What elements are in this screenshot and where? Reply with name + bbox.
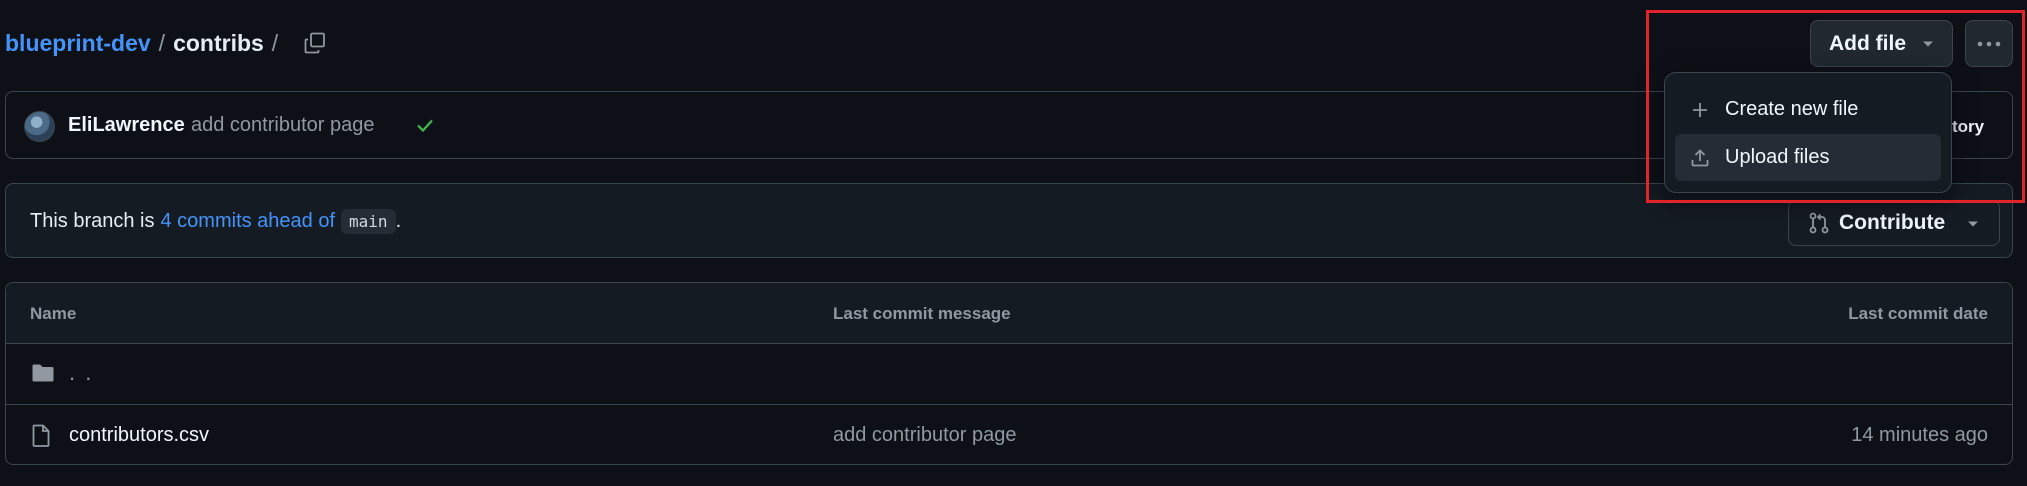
- git-pull-request-icon: [1809, 212, 1829, 234]
- file-name-link[interactable]: contributors.csv: [69, 424, 209, 447]
- branch-status-banner: This branch is 4 commits ahead of main .: [5, 183, 2013, 258]
- menu-item-create-new-file[interactable]: Create new file: [1675, 86, 1941, 133]
- copy-path-button[interactable]: [300, 27, 330, 59]
- commits-ahead-link[interactable]: 4 commits ahead of: [161, 210, 336, 233]
- menu-item-label: Upload files: [1725, 146, 1830, 168]
- caret-down-icon: [1968, 221, 1978, 227]
- breadcrumb: blueprint-dev / contribs /: [5, 28, 286, 58]
- avatar[interactable]: [24, 111, 55, 142]
- parent-directory-link[interactable]: . .: [69, 360, 93, 386]
- plus-icon: [1693, 102, 1707, 117]
- parent-directory-row[interactable]: . .: [6, 344, 2012, 405]
- file-table: Name Last commit message Last commit dat…: [5, 282, 2013, 465]
- menu-item-label: Create new file: [1725, 98, 1859, 120]
- copy-icon: [304, 32, 325, 54]
- breadcrumb-owner-link[interactable]: blueprint-dev: [5, 28, 151, 58]
- column-header-last-commit-message: Last commit message: [833, 304, 1011, 323]
- contribute-button[interactable]: Contribute: [1788, 200, 2000, 246]
- add-file-dropdown-menu: Create new file Upload files: [1664, 72, 1952, 193]
- commit-author-link[interactable]: EliLawrence: [68, 114, 185, 137]
- file-commit-date: 14 minutes ago: [1851, 424, 1988, 446]
- upload-icon: [1691, 148, 1709, 166]
- more-options-button[interactable]: [1965, 20, 2013, 67]
- branch-status-suffix: .: [395, 210, 402, 232]
- breadcrumb-trailing-separator: /: [271, 30, 279, 56]
- breadcrumb-separator: /: [158, 30, 166, 56]
- file-icon: [32, 424, 50, 447]
- repo-folder-page: blueprint-dev / contribs / Add file EliL…: [0, 0, 2027, 486]
- breadcrumb-current-folder: contribs: [173, 30, 264, 56]
- table-row[interactable]: contributors.csv add contributor page 14…: [6, 405, 2012, 464]
- branch-status-text: This branch is 4 commits ahead of main .: [30, 209, 401, 234]
- commit-message-link[interactable]: add contributor page: [191, 114, 374, 137]
- check-icon[interactable]: [414, 114, 436, 136]
- branch-status-prefix: This branch is: [30, 210, 155, 232]
- file-commit-message-link[interactable]: add contributor page: [833, 424, 1016, 447]
- column-header-last-commit-date: Last commit date: [1848, 304, 1988, 323]
- add-file-button[interactable]: Add file: [1810, 20, 1953, 67]
- caret-down-icon: [1923, 41, 1933, 47]
- add-file-label: Add file: [1829, 31, 1906, 55]
- menu-item-upload-files[interactable]: Upload files: [1675, 134, 1941, 181]
- table-header: Name Last commit message Last commit dat…: [6, 283, 2012, 344]
- base-branch-badge: main: [341, 209, 396, 234]
- folder-icon: [32, 364, 54, 382]
- kebab-horizontal-icon: [1977, 41, 2001, 46]
- history-link[interactable]: tory: [1952, 117, 1984, 137]
- column-header-name: Name: [30, 304, 77, 323]
- contribute-label: Contribute: [1839, 211, 1946, 234]
